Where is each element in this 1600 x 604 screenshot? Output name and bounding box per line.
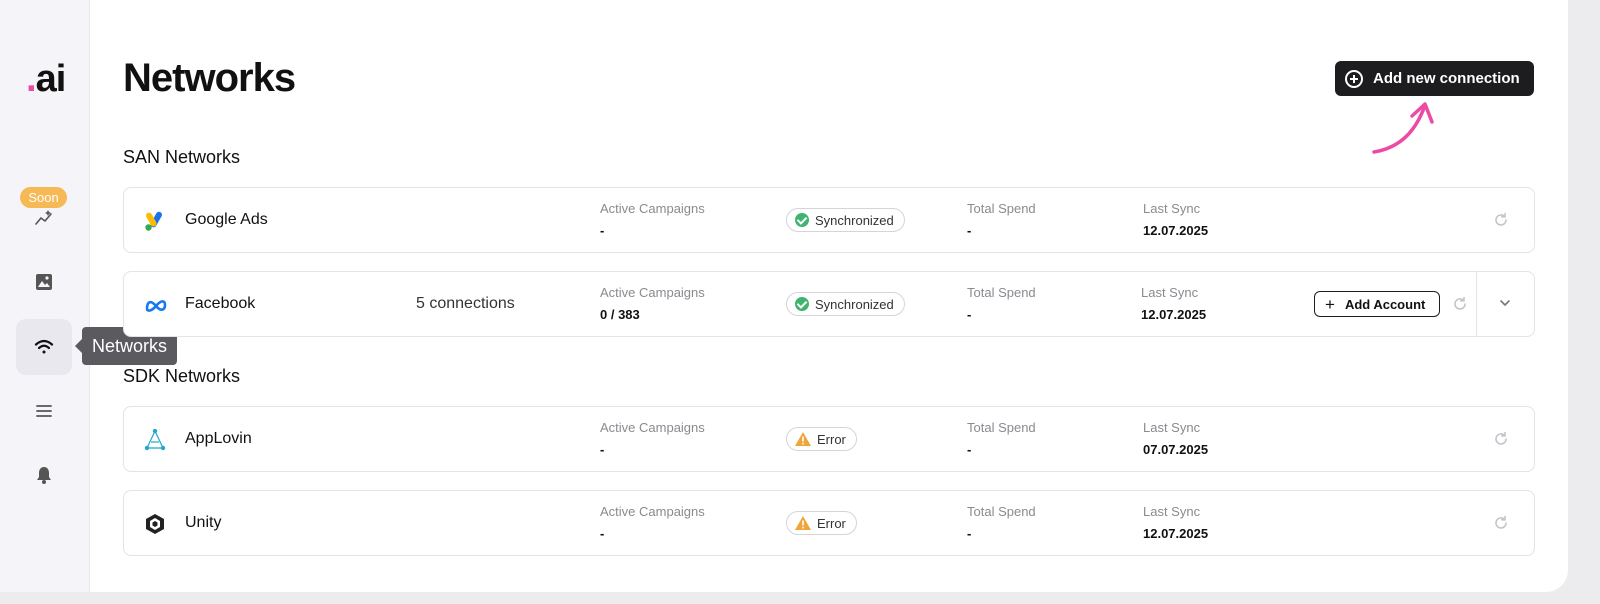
add-account-button[interactable]: + Add Account [1314,291,1440,317]
sidebar-item-notifications[interactable] [16,447,72,503]
network-card-google-ads[interactable]: Google Ads Active Campaigns - Synchroniz… [123,187,1535,253]
sidebar-item-menu[interactable] [16,383,72,439]
check-circle-icon [795,297,809,311]
sidebar-item-creatives[interactable] [16,254,72,310]
total-spend-label: Total Spend [967,285,1036,300]
page-title: Networks [123,56,296,100]
status-text: Error [817,431,846,447]
google-ads-icon [145,211,162,231]
total-spend-label: Total Spend [967,201,1036,216]
network-card-unity[interactable]: Unity Active Campaigns - Error Total Spe… [123,490,1535,556]
wifi-icon [34,339,54,354]
network-name: AppLovin [185,430,252,447]
unity-icon [146,514,164,534]
app-window: .ai Soon Networks Networks Add new conne… [0,0,1568,592]
last-sync-label: Last Sync [1143,420,1201,435]
total-spend-value: - [967,223,972,238]
last-sync-value: 12.07.2025 [1143,526,1209,541]
logo-text: ai [35,58,67,100]
status-text: Synchronized [815,212,894,228]
refresh-icon[interactable] [1452,296,1468,312]
plus-circle-icon [1345,69,1363,88]
status-text: Error [817,515,846,531]
add-account-label: Add Account [1344,296,1426,312]
network-card-facebook[interactable]: Facebook 5 connections Active Campaigns … [123,271,1535,337]
network-name: Unity [185,514,222,531]
refresh-icon[interactable] [1493,212,1509,228]
status-badge: Synchronized [786,292,905,316]
last-sync-label: Last Sync [1141,285,1199,300]
last-sync-value: 12.07.2025 [1141,307,1207,322]
applovin-icon [144,429,166,451]
logo-dot: . [26,58,37,100]
logo[interactable]: .ai [26,58,67,101]
check-circle-icon [795,213,809,227]
status-text: Synchronized [815,296,894,312]
sidebar: .ai Soon [0,0,90,592]
status-badge: Error [786,427,857,451]
plus-icon: + [1325,294,1335,314]
bell-icon [37,467,51,484]
last-sync-label: Last Sync [1143,201,1201,216]
active-campaigns-value: - [600,223,605,238]
add-new-connection-label: Add new connection [1373,70,1520,87]
network-card-applovin[interactable]: AppLovin Active Campaigns - Error Total … [123,406,1535,472]
active-campaigns-label: Active Campaigns [600,420,705,435]
last-sync-value: 12.07.2025 [1143,223,1209,238]
status-badge: Synchronized [786,208,905,232]
add-new-connection-button[interactable]: Add new connection [1335,61,1534,96]
total-spend-label: Total Spend [967,420,1036,435]
meta-icon [145,300,167,312]
active-campaigns-label: Active Campaigns [600,201,705,216]
network-name: Google Ads [185,211,268,228]
status-badge: Error [786,511,857,535]
total-spend-value: - [967,526,972,541]
total-spend-value: - [967,307,972,322]
san-networks-title: SAN Networks [123,147,241,167]
active-campaigns-value: 0 / 383 [600,307,640,322]
last-sync-label: Last Sync [1143,504,1201,519]
network-name: Facebook [185,295,256,312]
refresh-icon[interactable] [1493,431,1509,447]
sparkle-chart-icon [35,210,52,225]
active-campaigns-label: Active Campaigns [600,285,705,300]
pointer-arrow-icon [1372,102,1434,154]
connections-count: 5 connections [416,295,515,312]
active-campaigns-value: - [600,442,605,457]
chevron-down-icon[interactable] [1498,296,1512,310]
last-sync-value: 07.07.2025 [1143,442,1209,457]
warning-icon [795,432,811,446]
image-icon [36,274,52,290]
warning-icon [795,516,811,530]
soon-badge: Soon [20,187,67,208]
row-divider [1476,272,1477,336]
sdk-networks-title: SDK Networks [123,366,241,386]
menu-icon [36,405,52,417]
total-spend-value: - [967,442,972,457]
refresh-icon[interactable] [1493,515,1509,531]
active-campaigns-value: - [600,526,605,541]
total-spend-label: Total Spend [967,504,1036,519]
active-campaigns-label: Active Campaigns [600,504,705,519]
sidebar-item-networks[interactable] [16,319,72,375]
